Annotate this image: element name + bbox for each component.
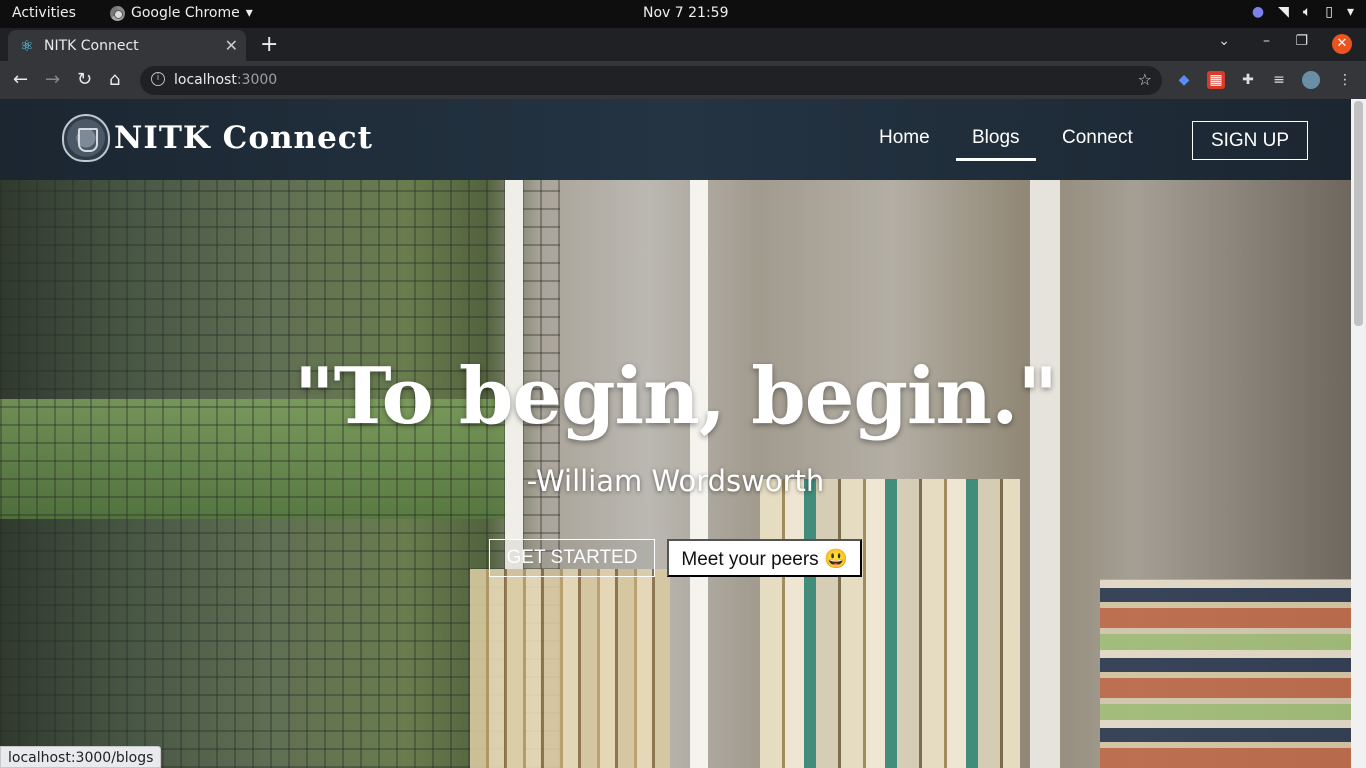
extensions-puzzle-icon[interactable]: ✚ xyxy=(1239,71,1257,89)
hero-image-book-stack xyxy=(1100,579,1351,768)
url-host: localhost xyxy=(174,72,237,88)
hero-quote: "To begin, begin." xyxy=(293,351,1058,442)
app-menu[interactable]: Google Chrome ▾ xyxy=(110,5,253,21)
react-icon: ⚛ xyxy=(20,36,34,55)
site-navbar: NITK Connect Home Blogs Connect SIGN UP xyxy=(0,99,1351,180)
hero-quote-author: -William Wordsworth xyxy=(526,464,825,498)
site-info-icon[interactable]: i xyxy=(151,72,165,86)
wifi-icon: ◥ xyxy=(1278,4,1289,20)
tab-strip: ⚛ NITK Connect ✕ + ⌄ – ❐ ✕ xyxy=(0,28,1366,61)
brand-logo[interactable]: NITK Connect xyxy=(62,114,373,162)
extension-gem-icon[interactable]: ◆ xyxy=(1175,71,1193,89)
link-status-bubble: localhost:3000/blogs xyxy=(0,746,162,768)
bookmark-star-icon[interactable]: ☆ xyxy=(1138,70,1152,89)
brand-name: NITK Connect xyxy=(114,120,373,156)
chrome-icon xyxy=(110,5,125,21)
browser-toolbar: ← → ↻ ⌂ i localhost:3000 ☆ ◆ ▦ ✚ ≡ ⋮ xyxy=(0,61,1366,99)
restore-icon[interactable]: ❐ xyxy=(1295,33,1308,49)
nav-link-home[interactable]: Home xyxy=(879,127,930,149)
hero-image-shelf xyxy=(690,139,708,768)
caret-down-icon: ▾ xyxy=(245,5,253,21)
url-port: :3000 xyxy=(236,72,278,88)
teams-icon[interactable]: ● xyxy=(1252,4,1264,20)
nav-link-blogs[interactable]: Blogs xyxy=(956,127,1035,161)
nav-link-connect[interactable]: Connect xyxy=(1062,127,1133,149)
address-bar[interactable]: i localhost:3000 ☆ xyxy=(140,66,1162,95)
sign-up-button[interactable]: SIGN UP xyxy=(1192,121,1308,160)
meet-peers-button[interactable]: Meet your peers 😃 xyxy=(667,539,862,577)
reload-icon[interactable]: ↻ xyxy=(77,69,92,90)
profile-avatar[interactable] xyxy=(1302,71,1320,89)
get-started-button[interactable]: GET STARTED xyxy=(489,539,655,577)
hero-image-books xyxy=(470,569,670,768)
tab-title: NITK Connect xyxy=(44,37,139,54)
extension-grid-icon[interactable]: ▦ xyxy=(1207,71,1225,89)
caret-down-icon: ▾ xyxy=(1346,4,1354,20)
close-tab-icon[interactable]: ✕ xyxy=(225,36,238,55)
new-tab-button[interactable]: + xyxy=(260,32,278,57)
activities-button[interactable]: Activities xyxy=(12,5,76,21)
clock[interactable]: Nov 7 21:59 xyxy=(643,5,728,21)
media-queue-icon[interactable]: ≡ xyxy=(1270,71,1288,89)
app-menu-label: Google Chrome xyxy=(131,5,240,21)
system-top-bar: Activities Google Chrome ▾ Nov 7 21:59 ●… xyxy=(0,0,1366,28)
battery-icon: ▯ xyxy=(1325,4,1333,20)
page-scrollbar[interactable] xyxy=(1351,99,1366,768)
page-viewport: NITK Connect Home Blogs Connect SIGN UP … xyxy=(0,99,1351,768)
scrollbar-thumb[interactable] xyxy=(1354,101,1363,326)
close-window-icon[interactable]: ✕ xyxy=(1332,34,1352,54)
back-icon[interactable]: ← xyxy=(13,69,28,90)
system-tray[interactable]: ● ◥ 🔈︎ ▯ ▾ xyxy=(1252,4,1354,20)
tab-search-icon[interactable]: ⌄ xyxy=(1218,33,1230,49)
url-text: localhost:3000 xyxy=(174,72,277,88)
hero-image-books xyxy=(760,479,1020,768)
tab-nitk-connect[interactable]: ⚛ NITK Connect ✕ xyxy=(8,30,246,61)
menu-kebab-icon[interactable]: ⋮ xyxy=(1336,71,1354,89)
nitk-seal-icon xyxy=(62,114,110,162)
home-icon[interactable]: ⌂ xyxy=(109,69,120,90)
minimize-icon[interactable]: – xyxy=(1263,33,1270,49)
volume-icon: 🔈︎ xyxy=(1302,4,1312,20)
forward-icon[interactable]: → xyxy=(45,69,60,90)
